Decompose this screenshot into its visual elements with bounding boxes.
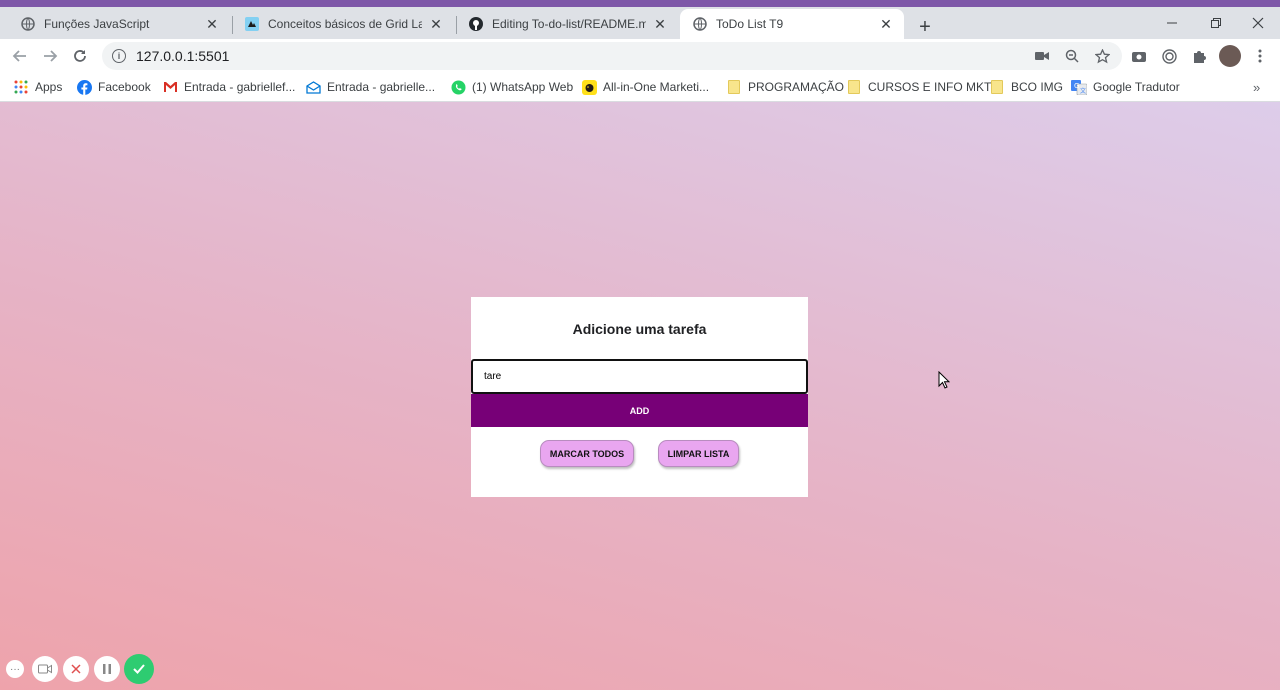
bookmark-google-tradutor[interactable]: G文 Google Tradutor [1071, 78, 1180, 96]
menu-kebab-icon[interactable] [1251, 47, 1269, 65]
svg-text:G: G [1074, 82, 1079, 90]
mail-icon [305, 79, 321, 95]
todo-card: Adicione uma tarefa ADD MARCAR TODOS LIM… [471, 297, 808, 497]
bookmark-apps[interactable]: Apps [13, 78, 62, 96]
bookmark-label: All-in-One Marketi... [603, 80, 710, 94]
folder-icon [726, 79, 742, 95]
tab-title: Conceitos básicos de Grid Layout [268, 17, 422, 31]
info-icon[interactable]: i [112, 49, 126, 63]
bookmarks-bar: Apps Facebook Entrada - gabriellef... En… [0, 73, 1280, 102]
mouse-cursor-icon [938, 370, 951, 392]
todo-heading: Adicione uma tarefa [572, 321, 707, 337]
star-icon[interactable] [1093, 47, 1111, 65]
close-window-icon [1252, 17, 1264, 29]
browser-toolbar: i 127.0.0.1:5501 [0, 39, 1280, 73]
tab-strip: Funções JavaScript ✕ Conceitos básicos d… [0, 7, 1280, 39]
gmail-icon [162, 79, 178, 95]
reload-button[interactable] [67, 43, 93, 69]
video-camera-icon [38, 664, 52, 674]
close-icon[interactable]: ✕ [428, 16, 444, 32]
svg-text:文: 文 [1080, 87, 1086, 95]
mailchimp-icon [581, 79, 597, 95]
bookmark-whatsapp[interactable]: (1) WhatsApp Web [450, 78, 573, 96]
tab-todo-list[interactable]: ToDo List T9 ✕ [680, 9, 904, 39]
tab-github-readme[interactable]: Editing To-do-list/README.md at ✕ [456, 9, 678, 39]
profile-avatar[interactable] [1219, 45, 1241, 67]
reload-icon [74, 50, 86, 62]
url-text: 127.0.0.1:5501 [136, 48, 230, 64]
bookmark-folder-cursos[interactable]: CURSOS E INFO MKT [846, 78, 991, 96]
camera-icon[interactable] [1033, 47, 1051, 65]
bookmark-facebook[interactable]: Facebook [76, 78, 151, 96]
page-background: Adicione uma tarefa ADD MARCAR TODOS LIM… [0, 102, 1280, 690]
new-tab-button[interactable]: + [912, 14, 938, 40]
tab-title: ToDo List T9 [716, 17, 784, 31]
minimize-icon [1167, 22, 1177, 24]
tab-funcoes-javascript[interactable]: Funções JavaScript ✕ [8, 9, 230, 39]
recorder-cancel-button[interactable] [63, 656, 89, 682]
zoom-icon[interactable] [1063, 47, 1081, 65]
forward-button[interactable] [37, 43, 63, 69]
bookmark-label: Facebook [98, 80, 151, 94]
window-accent-bar [0, 0, 1280, 7]
bookmark-label: Apps [35, 80, 63, 94]
bookmark-label: PROGRAMAÇÃO [748, 80, 845, 94]
apps-grid-icon [13, 79, 29, 95]
close-icon[interactable]: ✕ [652, 16, 668, 32]
bookmark-label: (1) WhatsApp Web [472, 80, 574, 94]
bookmark-label: CURSOS E INFO MKT [868, 80, 992, 94]
folder-icon [989, 79, 1005, 95]
bookmark-mailchimp[interactable]: All-in-One Marketi... [581, 78, 709, 96]
pause-icon [103, 664, 111, 674]
bookmark-label: Entrada - gabrielle... [327, 80, 436, 94]
recorder-more-button[interactable]: ··· [6, 660, 24, 678]
recorder-pause-button[interactable] [94, 656, 120, 682]
globe-icon [20, 16, 36, 32]
restore-button[interactable] [1194, 9, 1238, 37]
bookmark-label: BCO IMG [1011, 80, 1064, 94]
close-icon[interactable]: ✕ [204, 16, 220, 32]
bookmark-folder-bco-img[interactable]: BCO IMG [989, 78, 1063, 96]
bookmark-gmail[interactable]: Entrada - gabriellef... [162, 78, 295, 96]
whatsapp-icon [450, 79, 466, 95]
checkmark-icon [133, 664, 145, 674]
puzzle-extensions-icon[interactable] [1190, 47, 1208, 65]
bookmark-label: Google Tradutor [1093, 80, 1180, 94]
cancel-x-icon [71, 664, 81, 674]
add-button[interactable]: ADD [471, 394, 808, 427]
bookmark-label: Entrada - gabriellef... [184, 80, 296, 94]
folder-icon [846, 79, 862, 95]
forward-arrow-icon [44, 50, 58, 62]
globe-icon [692, 16, 708, 32]
tab-grid-layout[interactable]: Conceitos básicos de Grid Layout ✕ [232, 9, 454, 39]
facebook-icon [76, 79, 92, 95]
bookmarks-overflow-button[interactable]: » [1253, 78, 1260, 96]
close-window-button[interactable] [1236, 9, 1280, 37]
screenshot-icon[interactable] [1130, 47, 1148, 65]
tab-title: Editing To-do-list/README.md at [492, 17, 646, 31]
close-icon[interactable]: ✕ [878, 16, 894, 32]
github-icon [468, 16, 484, 32]
recorder-camera-button[interactable] [32, 656, 58, 682]
tab-title: Funções JavaScript [44, 17, 150, 31]
mark-all-button[interactable]: MARCAR TODOS [540, 440, 634, 467]
restore-icon [1211, 18, 1221, 28]
recorder-finish-button[interactable] [124, 654, 154, 684]
back-arrow-icon [12, 50, 26, 62]
bookmark-mail[interactable]: Entrada - gabrielle... [305, 78, 435, 96]
bookmark-folder-programacao[interactable]: PROGRAMAÇÃO [726, 78, 844, 96]
back-button[interactable] [7, 43, 33, 69]
task-input[interactable] [471, 359, 808, 394]
more-dots-icon: ··· [10, 663, 20, 675]
mdn-icon [244, 16, 260, 32]
clear-list-button[interactable]: LIMPAR LISTA [658, 440, 739, 467]
translate-icon: G文 [1071, 79, 1087, 95]
minimize-button[interactable] [1150, 9, 1194, 37]
extension-spiral-icon[interactable] [1160, 47, 1178, 65]
address-bar[interactable]: i 127.0.0.1:5501 [102, 42, 1122, 70]
